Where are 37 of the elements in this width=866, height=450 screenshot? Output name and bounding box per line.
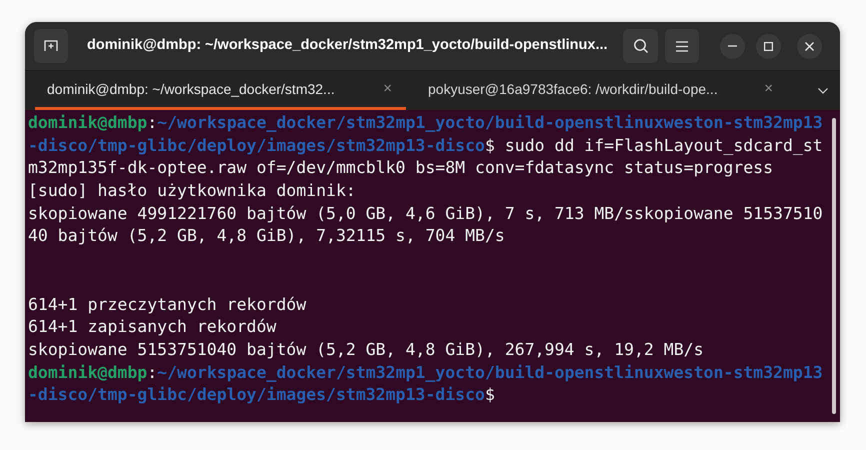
menu-icon: [676, 40, 688, 52]
tab-close-icon[interactable]: ×: [383, 78, 392, 100]
prompt-path: -disco/tmp-glibc/deploy/images/stm32mp13-disco: [28, 385, 485, 404]
tab-title: pokyuser@16a9783face6: /workdir/build-ope...: [428, 80, 719, 99]
prompt-user: dominik@dmbp: [28, 113, 148, 132]
tab-title: dominik@dmbp: ~/workspace_docker/stm32...: [47, 80, 336, 99]
terminal-text: $: [484, 385, 495, 404]
menu-button[interactable]: [665, 29, 699, 63]
maximize-icon: [764, 42, 773, 50]
prompt-user: dominik@dmbp: [28, 362, 148, 382]
new-tab-icon: [44, 40, 58, 52]
terminal-text: 614+1 zapisanych rekordów: [28, 317, 276, 336]
prompt-path: ~/workspace_docker/stm32mp1_yocto/build-openstlinuxweston-stm32mp13: [157, 362, 823, 382]
search-button[interactable]: [623, 29, 658, 63]
new-tab-button[interactable]: [34, 29, 68, 63]
search-icon: [632, 38, 648, 54]
maximize-button[interactable]: [756, 34, 781, 58]
terminal-text: :: [147, 113, 158, 132]
terminal-text: :: [147, 362, 158, 382]
scrollbar[interactable]: [832, 118, 836, 414]
terminal-text: m32mp135f-dk-optee.raw of=/dev/mmcblk0 bs=8M conv=fdatasync status=progress: [28, 158, 774, 178]
terminal-text: skopiowane 4991221760 bajtów (5,0 GB, 4,6 GiB), 7 s, 713 MB/sskopiowane 51537510: [28, 204, 823, 223]
chevron-down-icon[interactable]: [818, 88, 828, 94]
terminal-tab[interactable]: pokyuser@16a9783face6: /workdir/build-ope... ×: [416, 71, 787, 110]
minimize-icon: [728, 45, 737, 47]
close-button[interactable]: [797, 34, 822, 58]
prompt-path: ~/workspace_docker/stm32mp1_yocto/build-openstlinuxweston-stm32mp13: [157, 113, 823, 132]
terminal-text: skopiowane 5153751040 bajtów (5,2 GB, 4,8 GiB), 267,994 s, 19,2 MB/s: [28, 340, 704, 359]
terminal-text: 614+1 przeczytanych rekordów: [28, 294, 306, 314]
terminal-text: $ sudo dd if=FlashLayout_sdcard_st: [484, 136, 823, 155]
terminal-text: [sudo] hasło użytkownika dominik:: [28, 181, 356, 200]
close-icon: [805, 42, 814, 50]
window-title: dominik@dmbp: ~/workspace_docker/stm32mp1_yocto/build-openstlinux...: [87, 36, 607, 56]
terminal-text: 40 bajtów (5,2 GB, 4,8 GiB), 7,32115 s, 704 MB/s: [28, 226, 505, 246]
tab-close-icon[interactable]: ×: [764, 78, 773, 100]
prompt-path: -disco/tmp-glibc/deploy/images/stm32mp13-disco: [28, 136, 485, 155]
minimize-button[interactable]: [720, 34, 745, 58]
